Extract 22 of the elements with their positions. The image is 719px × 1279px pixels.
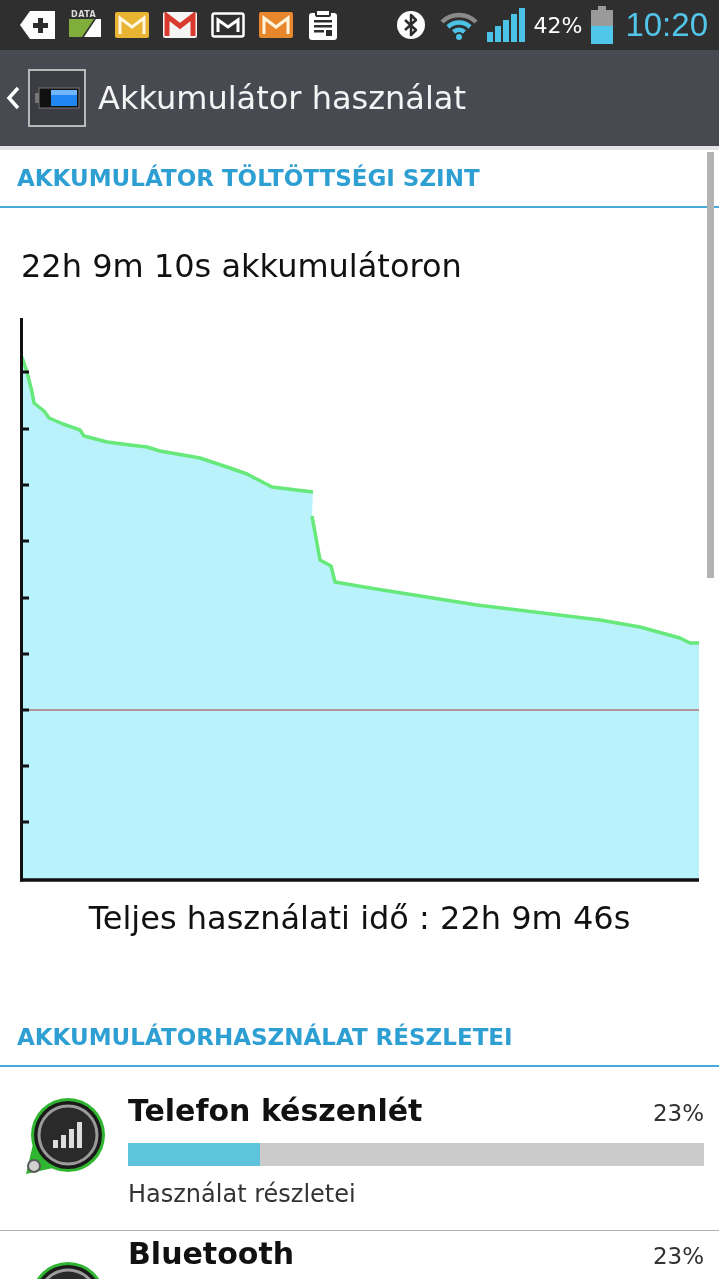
section-heading: AKKUMULÁTOR TÖLTÖTTSÉGI SZINT: [17, 165, 480, 191]
total-usage-time: Teljes használati idő : 22h 9m 46s: [88, 899, 631, 937]
time-on-battery: 22h 9m 10s akkumulátoron: [21, 247, 462, 285]
back-icon[interactable]: [6, 86, 20, 110]
wifi-icon: [439, 10, 478, 40]
data-label: DATA: [70, 9, 97, 19]
battery-icon: [591, 6, 614, 44]
bluetooth-icon: [395, 10, 426, 40]
battery-percent: 42%: [533, 12, 583, 38]
battery-app-icon: [28, 69, 86, 127]
clock-time: 10:20: [625, 6, 708, 44]
usage-item-name: Telefon készenlét: [128, 1094, 423, 1128]
usage-detail-label: Használat részletei: [128, 1179, 356, 1209]
signal-strength-icon: [486, 8, 525, 42]
add-tag-icon: [20, 10, 55, 40]
section-heading: AKKUMULÁTORHASZNÁLAT RÉSZLETEI: [17, 1024, 513, 1050]
usage-percent: 23%: [652, 1099, 704, 1127]
clipboard-icon: [307, 9, 339, 41]
usage-percent: 23%: [652, 1242, 704, 1270]
screen-title: Akkumulátor használat: [98, 79, 466, 117]
mobile-data-icon: [69, 18, 101, 37]
usage-item-name: Bluetooth: [128, 1237, 295, 1271]
